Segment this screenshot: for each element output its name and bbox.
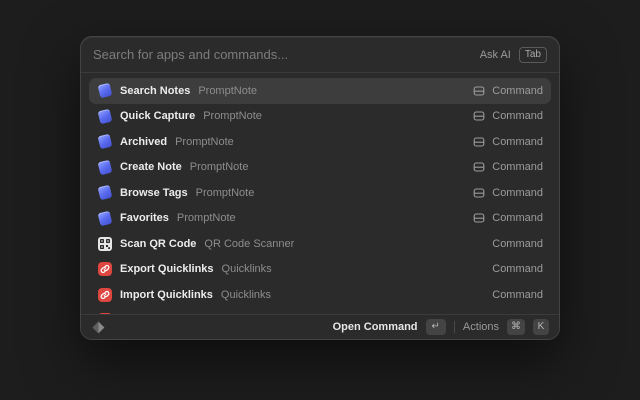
result-type-label: Command <box>492 136 543 148</box>
result-row[interactable]: Favorites PromptNote Command <box>89 206 551 232</box>
result-row[interactable]: Import Quicklinks Quicklinks Command <box>89 282 551 308</box>
result-subtitle: PromptNote <box>175 136 234 148</box>
result-row[interactable]: Quick Capture PromptNote Command <box>89 104 551 130</box>
promptnote-icon <box>97 185 112 201</box>
result-subtitle: PromptNote <box>190 161 249 173</box>
result-subtitle: QR Code Scanner <box>204 238 294 250</box>
app-icon <box>97 236 112 251</box>
result-title: Quick Capture <box>120 110 195 122</box>
qr-code-icon <box>98 237 112 251</box>
result-row[interactable]: Archived PromptNote Command <box>89 129 551 155</box>
result-accessory: Command <box>473 212 543 224</box>
command-card-icon <box>473 212 485 224</box>
result-row[interactable]: Search Notes PromptNote Command <box>89 78 551 104</box>
app-icon <box>97 83 112 98</box>
command-palette-window: Ask AI Tab Search Notes PromptNote Comma… <box>80 36 560 340</box>
result-type-label: Command <box>492 212 543 224</box>
result-subtitle: Quicklinks <box>222 263 272 275</box>
result-type-label: Command <box>492 161 543 173</box>
result-title: Favorites <box>120 212 169 224</box>
result-row[interactable]: Create Note PromptNote Command <box>89 155 551 181</box>
result-accessory: Command <box>473 161 543 173</box>
command-card-icon <box>473 85 485 97</box>
app-icon <box>97 185 112 200</box>
result-title: Archived <box>120 136 167 148</box>
result-title: Import Quicklinks <box>120 289 213 301</box>
open-command-button[interactable]: Open Command <box>333 321 418 333</box>
result-subtitle: PromptNote <box>198 85 257 97</box>
result-title: Browse Tags <box>120 187 188 199</box>
command-card-icon <box>473 136 485 148</box>
result-accessory: Command <box>473 187 543 199</box>
result-accessory: Command <box>473 136 543 148</box>
promptnote-icon <box>97 210 112 226</box>
result-title: Search Notes <box>120 85 190 97</box>
promptnote-icon <box>97 108 112 124</box>
footer-divider <box>454 321 455 333</box>
quicklinks-icon <box>98 288 112 302</box>
command-card-icon <box>473 110 485 122</box>
search-bar: Ask AI Tab <box>81 37 559 73</box>
app-icon <box>97 211 112 226</box>
result-type-label: Command <box>492 110 543 122</box>
tab-key-badge: Tab <box>519 47 547 63</box>
return-key-badge: ↵ <box>426 319 446 335</box>
promptnote-icon <box>97 159 112 175</box>
command-card-icon <box>473 187 485 199</box>
app-icon <box>97 262 112 277</box>
results-list: Search Notes PromptNote Command Quick Ca… <box>81 73 559 314</box>
result-type-label: Command <box>492 263 543 275</box>
result-subtitle: Quicklinks <box>221 289 271 301</box>
result-title: Export Quicklinks <box>120 263 214 275</box>
command-card-icon <box>473 161 485 173</box>
footer-bar: Open Command ↵ Actions ⌘ K <box>81 314 559 339</box>
search-input[interactable] <box>93 47 472 62</box>
result-accessory: Command <box>473 110 543 122</box>
result-type-label: Command <box>492 238 543 250</box>
result-accessory: Command <box>492 238 543 250</box>
result-subtitle: PromptNote <box>196 187 255 199</box>
result-row[interactable]: Browse Tags PromptNote Command <box>89 180 551 206</box>
raycast-logo-icon <box>91 320 106 335</box>
app-icon <box>97 134 112 149</box>
app-icon <box>97 160 112 175</box>
ask-ai-label[interactable]: Ask AI <box>480 49 511 61</box>
promptnote-icon <box>97 83 112 99</box>
result-row[interactable]: Export Quicklinks Quicklinks Command <box>89 257 551 283</box>
result-title: Scan QR Code <box>120 238 196 250</box>
result-subtitle: PromptNote <box>203 110 262 122</box>
desktop-backdrop: Ask AI Tab Search Notes PromptNote Comma… <box>0 0 640 400</box>
result-type-label: Command <box>492 187 543 199</box>
result-accessory: Command <box>473 85 543 97</box>
result-type-label: Command <box>492 85 543 97</box>
result-type-label: Command <box>492 289 543 301</box>
app-icon <box>97 109 112 124</box>
result-accessory: Command <box>492 289 543 301</box>
k-key-badge: K <box>533 319 549 335</box>
quicklinks-icon <box>98 262 112 276</box>
actions-button[interactable]: Actions <box>463 321 499 333</box>
app-icon <box>97 287 112 302</box>
result-accessory: Command <box>492 263 543 275</box>
result-subtitle: PromptNote <box>177 212 236 224</box>
result-title: Create Note <box>120 161 182 173</box>
promptnote-icon <box>97 134 112 150</box>
cmd-key-badge: ⌘ <box>507 319 525 335</box>
result-row[interactable]: Scan QR Code QR Code Scanner Command <box>89 231 551 257</box>
